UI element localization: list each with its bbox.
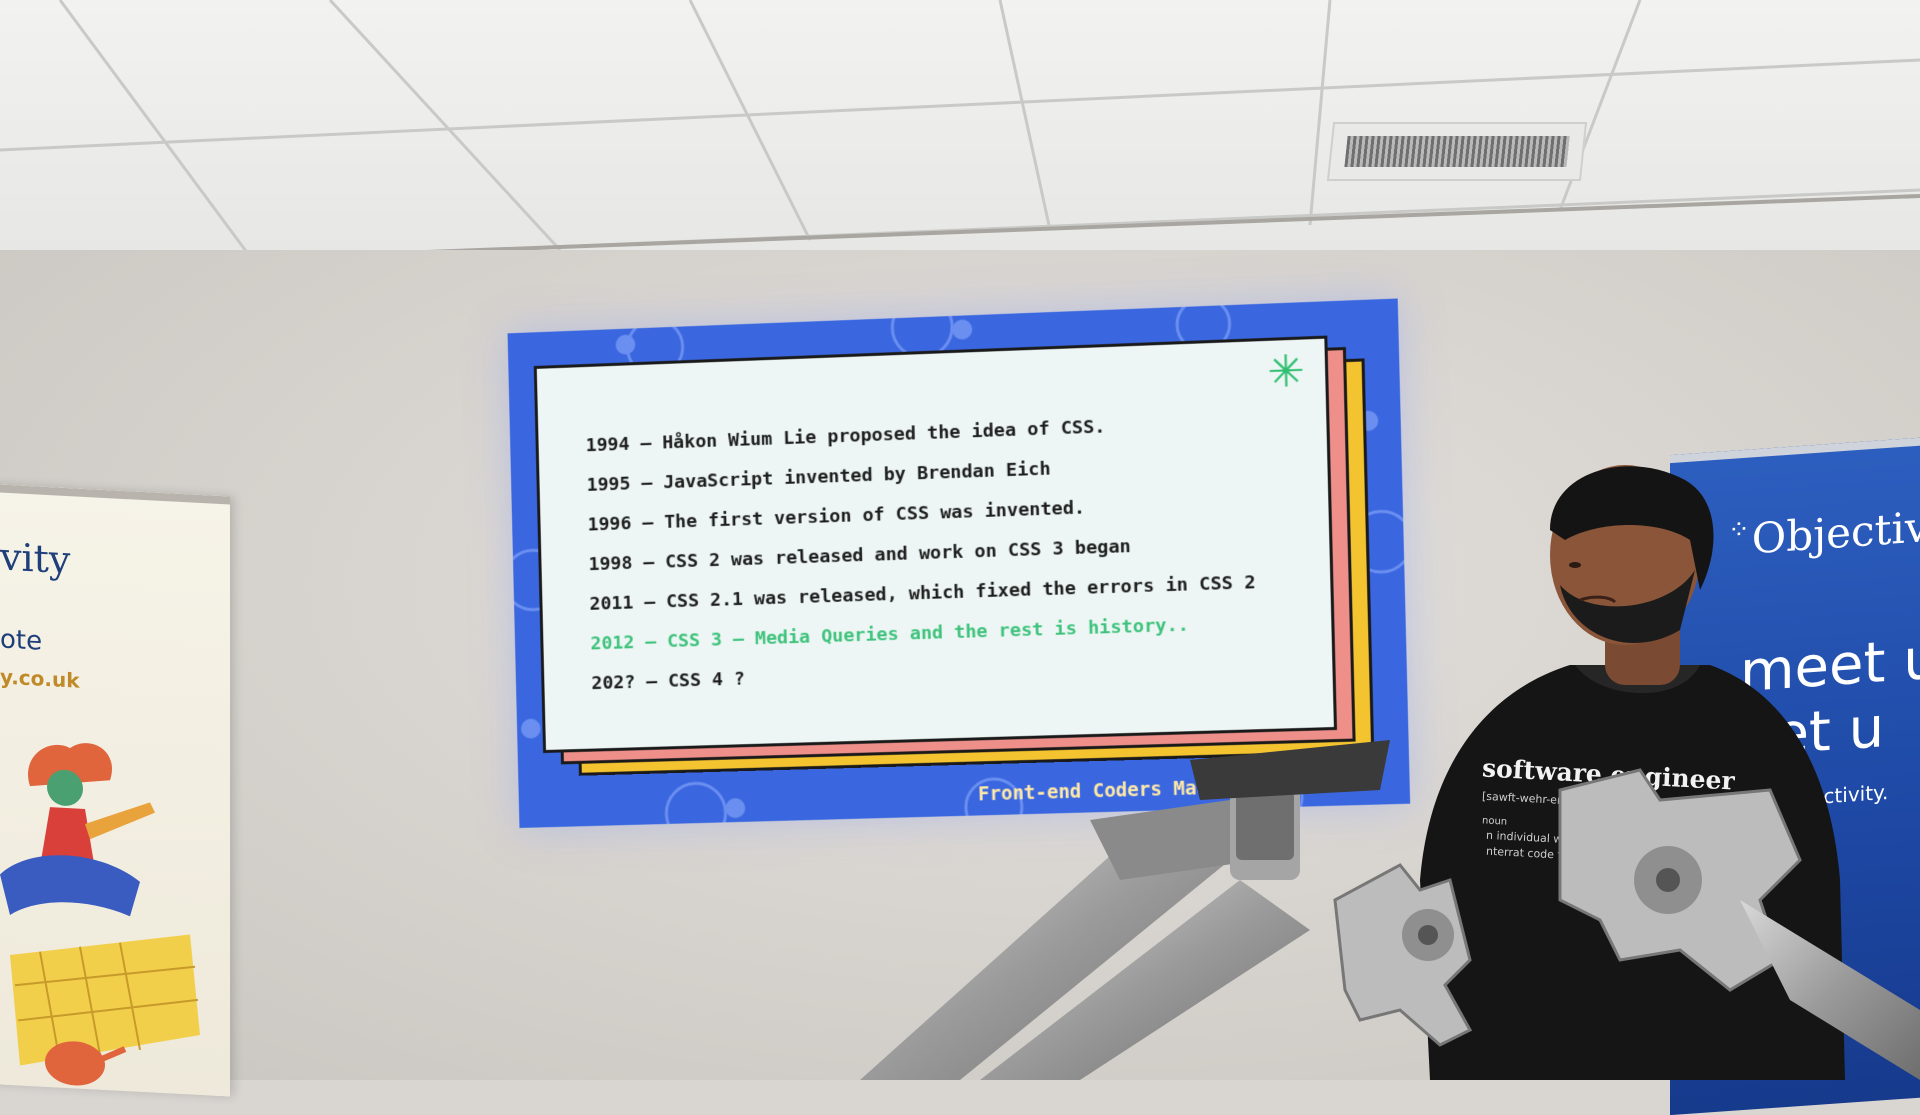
left-banner-url: y.co.uk	[0, 664, 80, 692]
left-roll-up-banner: vity ote y.co.uk	[0, 483, 230, 1096]
shirt-print-pos: noun	[1482, 815, 1508, 827]
css-history-timeline: 1994 – Håkon Wium Lie proposed the idea …	[585, 402, 1258, 704]
slide-card: ✳ 1994 – Håkon Wium Lie proposed the ide…	[534, 336, 1337, 753]
asterisk-icon: ✳	[1267, 346, 1306, 399]
projected-slide: ✳ 1994 – Håkon Wium Lie proposed the ide…	[508, 298, 1411, 827]
illustration-figure-icon	[0, 724, 210, 1096]
left-banner-tagline: ote	[0, 624, 42, 656]
ceiling	[0, 0, 1920, 270]
air-vent	[1327, 122, 1587, 181]
ceiling-tile-grid	[0, 0, 1920, 270]
left-banner-brand-text: vity	[0, 534, 70, 582]
